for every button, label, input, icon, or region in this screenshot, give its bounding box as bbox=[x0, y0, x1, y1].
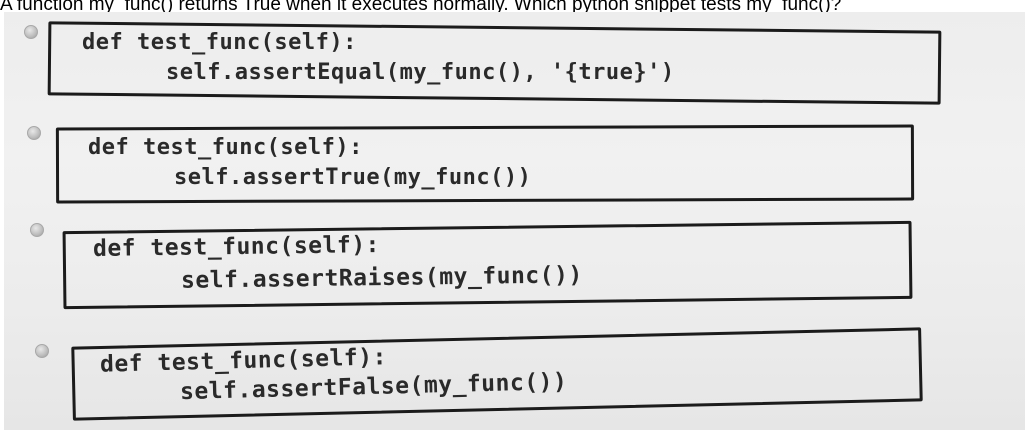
answer-option-2[interactable]: def test_func(self): self.assertTrue(my_… bbox=[4, 112, 1025, 212]
quiz-page: A function my_func() returns True when i… bbox=[0, 0, 1025, 430]
radio-button-option-2[interactable] bbox=[27, 126, 41, 140]
code-line-def-2: def test_func(self): bbox=[88, 135, 363, 160]
code-line-def-3: def test_func(self): bbox=[92, 231, 381, 263]
radio-button-option-3[interactable] bbox=[30, 223, 44, 237]
answer-option-1[interactable]: def test_func(self): self.assertEqual(my… bbox=[4, 12, 1025, 112]
answer-option-3[interactable]: def test_func(self): self.assertRaises(m… bbox=[4, 212, 1025, 312]
answer-options-photo: def test_func(self): self.assertEqual(my… bbox=[4, 12, 1025, 430]
radio-button-option-1[interactable] bbox=[24, 25, 38, 39]
code-line-assert-2: self.assertTrue(my_func()) bbox=[174, 165, 532, 190]
radio-button-option-4[interactable] bbox=[35, 344, 49, 358]
code-line-def-1: def test_func(self): bbox=[82, 30, 357, 55]
code-line-assert-1: self.assertEqual(my_func(), '{true}') bbox=[166, 60, 675, 85]
answer-option-4[interactable]: def test_func(self): self.assertFalse(my… bbox=[4, 312, 1025, 430]
